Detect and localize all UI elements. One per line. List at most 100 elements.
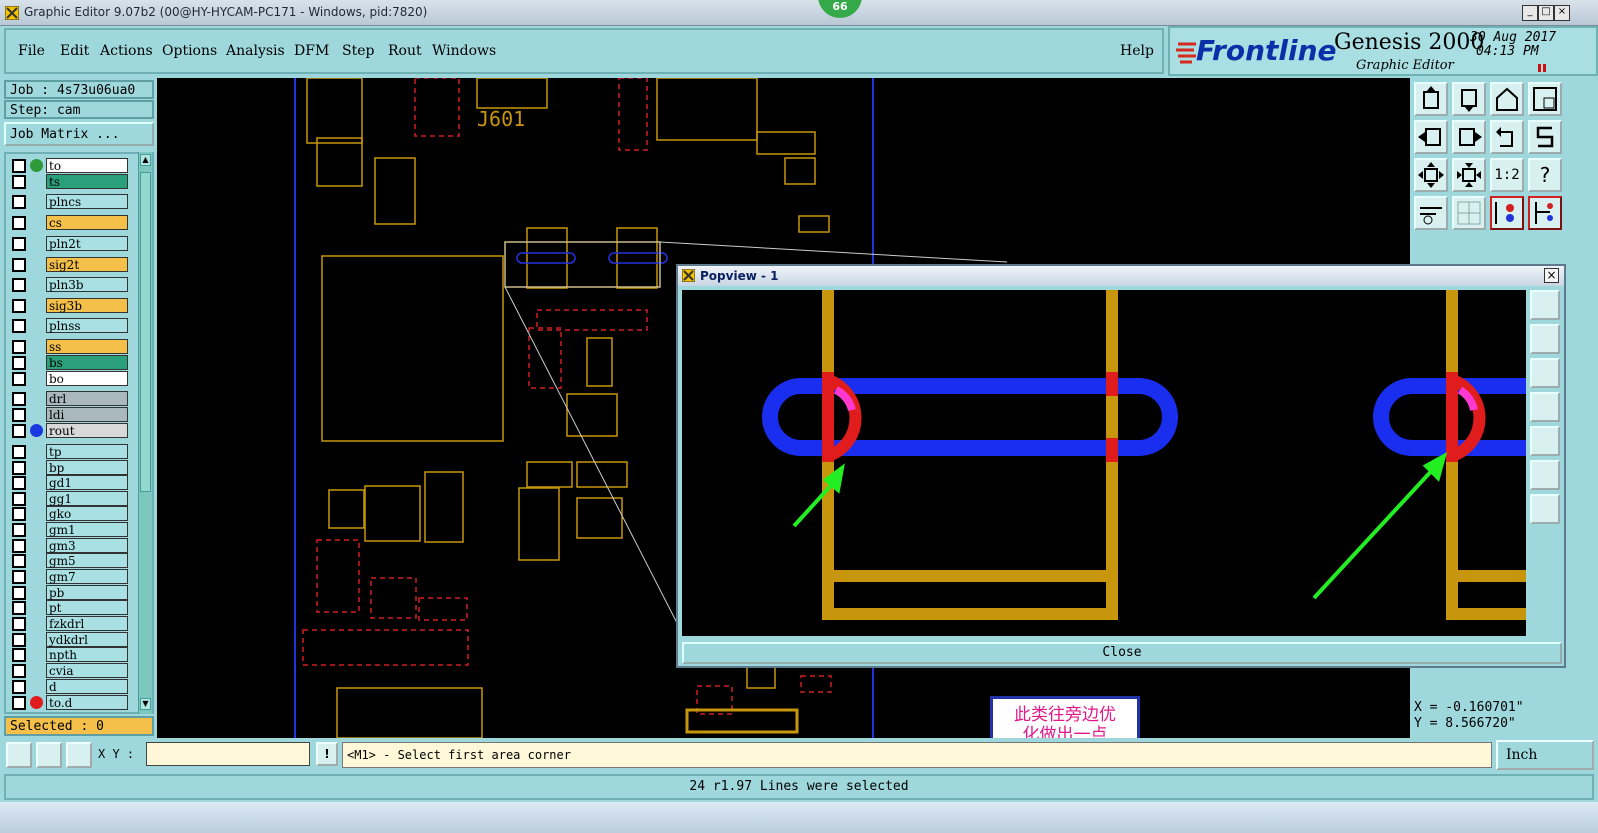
layer-checkbox[interactable] [12,586,26,600]
layer-row-gd1[interactable]: gd1 [8,475,130,490]
popview-close-icon[interactable]: × [1544,268,1559,283]
layer-row-pln2t[interactable]: pln2t [8,236,130,251]
layer-checkbox[interactable] [12,476,26,490]
layer-checkbox[interactable] [12,356,26,370]
layer-row-ldi[interactable]: ldi [8,407,130,422]
layer-row-pt[interactable]: pt [8,600,130,615]
layer-row-cs[interactable]: cs [8,215,130,230]
center-icon[interactable] [1530,494,1560,524]
angle-mode-icon[interactable] [36,742,62,768]
layer-row-plnss[interactable]: plnss [8,318,130,333]
layer-row-gg1[interactable]: gg1 [8,491,130,506]
layer-checkbox[interactable] [12,664,26,678]
layer-name[interactable]: plncs [46,194,128,209]
layer-name[interactable]: to [46,158,128,173]
layer-row-d[interactable]: d [8,679,130,694]
layer-row-pln3b[interactable]: pln3b [8,277,130,292]
menu-edit[interactable]: Edit [60,43,89,59]
layer-checkbox[interactable] [12,299,26,313]
layer-name[interactable]: pln2t [46,236,128,251]
layer-name[interactable]: pb [46,585,128,600]
layer-name[interactable]: fzkdrl [46,616,128,631]
layer-checkbox[interactable] [12,237,26,251]
prompt-icon[interactable]: ! [316,742,338,766]
layer-checkbox[interactable] [12,539,26,553]
zoom-in-icon[interactable] [1530,290,1560,320]
layer-row-sig2t[interactable]: sig2t [8,257,130,272]
zoom-out-icon[interactable] [1452,82,1486,116]
home-icon[interactable] [1490,82,1524,116]
layer-row-ts[interactable]: ts [8,174,130,189]
pan-left-icon[interactable] [1530,392,1560,422]
layer-name[interactable]: bs [46,355,128,370]
scroll-thumb[interactable] [140,172,151,492]
layer-name[interactable]: plnss [46,318,128,333]
layer-checkbox[interactable] [12,601,26,615]
ratio-icon[interactable]: 1:2 [1490,158,1524,192]
layer-checkbox[interactable] [12,258,26,272]
zoom-fit-icon[interactable] [1414,158,1448,192]
layer-checkbox[interactable] [12,319,26,333]
popview-canvas[interactable] [682,290,1526,636]
layer-row-gm3[interactable]: gm3 [8,538,130,553]
layer-name[interactable]: bp [46,460,128,475]
layer-row-pb[interactable]: pb [8,585,130,600]
popview-title-bar[interactable]: Popview - 1 × [678,266,1564,286]
units-select[interactable]: Inch [1496,740,1594,770]
layer-name[interactable]: ldi [46,407,128,422]
snap-mode-icon[interactable] [6,742,32,768]
layer-checkbox[interactable] [12,216,26,230]
layer-checkbox[interactable] [12,570,26,584]
layer-blue-icon[interactable] [1528,196,1562,230]
snap-icon[interactable] [1528,120,1562,154]
layer-row-to[interactable]: to [8,158,130,173]
layer-checkbox[interactable] [12,408,26,422]
layer-row-bo[interactable]: bo [8,371,130,386]
layer-name[interactable]: cs [46,215,128,230]
layer-checkbox[interactable] [12,392,26,406]
scroll-down-icon[interactable]: ▼ [140,698,151,710]
layer-checkbox[interactable] [12,680,26,694]
layer-checkbox[interactable] [12,461,26,475]
layer-row-gko[interactable]: gko [8,506,130,521]
layer-name[interactable]: gm1 [46,522,128,537]
zoom-fit-icon[interactable] [1530,460,1560,490]
layer-name[interactable]: gd1 [46,475,128,490]
layer-red-icon[interactable] [1490,196,1524,230]
layer-checkbox[interactable] [12,159,26,173]
layer-name[interactable]: npth [46,647,128,662]
grid-icon[interactable] [1452,196,1486,230]
layer-checkbox[interactable] [12,424,26,438]
layer-row-ydkdrl[interactable]: ydkdrl [8,632,130,647]
popview-close-button[interactable]: Close [682,642,1562,664]
scroll-up-icon[interactable]: ▲ [140,154,151,166]
layer-name[interactable]: d [46,679,128,694]
layer-checkbox[interactable] [12,648,26,662]
layer-row-npth[interactable]: npth [8,647,130,662]
layer-checkbox[interactable] [12,445,26,459]
menu-step[interactable]: Step [342,43,374,59]
layer-scrollbar[interactable]: ▲ ▼ [138,152,152,714]
layer-row-cvia[interactable]: cvia [8,663,130,678]
layer-row-plncs[interactable]: plncs [8,194,130,209]
layer-name[interactable]: gm5 [46,553,128,568]
pan-left-icon[interactable] [1414,120,1448,154]
layer-row-bs[interactable]: bs [8,355,130,370]
menu-dfm[interactable]: DFM [294,43,329,59]
layer-checkbox[interactable] [12,340,26,354]
redraw-icon[interactable] [1490,120,1524,154]
layer-row-rout[interactable]: rout [8,423,130,438]
maximize-button[interactable]: □ [1538,5,1554,21]
menu-analysis[interactable]: Analysis [226,43,285,59]
layer-checkbox[interactable] [12,617,26,631]
xy-input[interactable] [146,742,310,766]
fit-window-icon[interactable] [1528,82,1562,116]
layer-checkbox[interactable] [12,175,26,189]
pan-right-icon[interactable] [1452,120,1486,154]
layer-name[interactable]: ydkdrl [46,632,128,647]
layer-name[interactable]: sig3b [46,298,128,313]
layer-row-ss[interactable]: ss [8,339,130,354]
layer-checkbox[interactable] [12,372,26,386]
layer-row-to-d[interactable]: to.d [8,695,130,710]
pan-up-icon[interactable] [1530,324,1560,354]
